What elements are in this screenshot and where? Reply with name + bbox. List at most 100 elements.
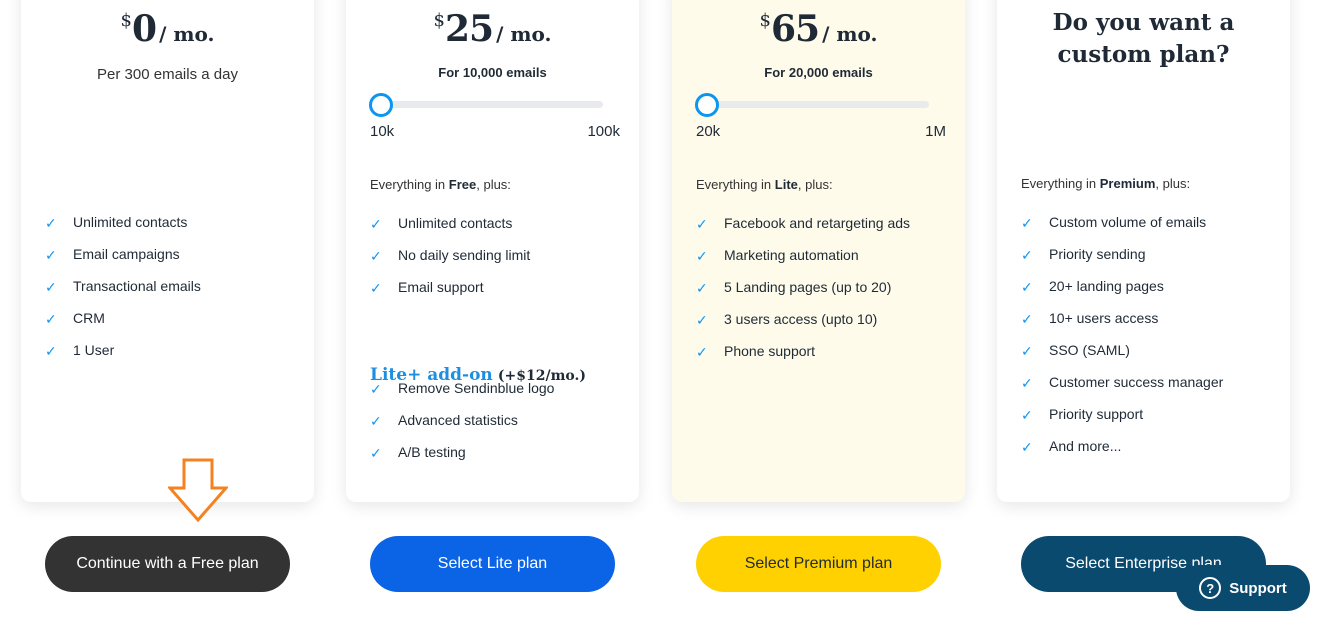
feature-label: 1 User [73, 342, 115, 358]
feature-label: Unlimited contacts [73, 214, 188, 230]
feature-label: CRM [73, 310, 105, 326]
feature-label: Marketing automation [724, 247, 859, 263]
list-item: ✓ 20+ landing pages [1021, 276, 1223, 308]
feature-label: Phone support [724, 343, 816, 359]
check-icon: ✓ [1021, 343, 1033, 359]
list-item: ✓ 10+ users access [1021, 308, 1223, 340]
plan-subtitle: Per 300 emails a day [97, 66, 238, 83]
feature-list-lite: ✓ Unlimited contacts ✓ No daily sending li… [370, 213, 530, 309]
list-item: ✓ SSO (SAML) [1021, 340, 1223, 372]
select-premium-plan-button[interactable]: Select Premium plan [696, 536, 941, 592]
check-icon: ✓ [696, 280, 708, 296]
check-icon: ✓ [1021, 375, 1033, 391]
slider-min-label: 20k [696, 123, 721, 140]
feature-label: SSO (SAML) [1049, 342, 1130, 358]
check-icon: ✓ [370, 445, 382, 461]
feature-label: Email support [398, 279, 484, 295]
list-item: ✓ Unlimited contacts [45, 212, 201, 244]
feature-label: Facebook and retargeting ads [724, 215, 911, 231]
price-free: $0/ mo. [21, 8, 314, 50]
help-icon: ? [1199, 577, 1222, 599]
price-premium: $65/ mo. [672, 8, 965, 50]
list-item: ✓ And more... [1021, 436, 1223, 468]
slider-track[interactable] [697, 101, 929, 108]
plan-lead-text: Everything in Lite, plus: [696, 177, 833, 192]
check-icon: ✓ [45, 215, 57, 231]
feature-label: Priority sending [1049, 246, 1146, 262]
lead-plan: Premium [1099, 176, 1156, 191]
feature-list-premium: ✓ Facebook and retargeting ads ✓ Marketing… [696, 213, 910, 373]
check-icon: ✓ [45, 247, 57, 263]
list-item: ✓ Priority support [1021, 404, 1223, 436]
currency-symbol: $ [120, 10, 132, 31]
feature-label: Remove Sendinblue logo [398, 380, 555, 396]
list-item: ✓ Transactional emails [45, 276, 201, 308]
list-item: ✓ Email support [370, 277, 530, 309]
list-item: ✓ Custom volume of emails [1021, 212, 1223, 244]
list-item: ✓ Unlimited contacts [370, 213, 530, 245]
slider-max-label: 100k [587, 123, 620, 140]
lead-suffix: , plus: [797, 177, 833, 192]
check-icon: ✓ [370, 413, 382, 429]
price-lite: $25/ mo. [346, 8, 639, 50]
check-icon: ✓ [696, 312, 708, 328]
feature-label: Priority support [1049, 406, 1144, 422]
plan-card-free: $0/ mo. Per 300 emails a day ✓ Unlimited … [21, 0, 314, 502]
lead-suffix: , plus: [1155, 176, 1191, 191]
support-button[interactable]: ? Support [1176, 565, 1310, 611]
lead-suffix: , plus: [476, 177, 511, 192]
check-icon: ✓ [45, 343, 57, 359]
list-item: ✓ Email campaigns [45, 244, 201, 276]
check-icon: ✓ [696, 216, 708, 232]
currency-symbol: $ [433, 10, 445, 31]
email-volume-slider[interactable] [369, 93, 603, 117]
price-amount: 65 [770, 8, 820, 50]
heading-line: Do you want a [1052, 9, 1235, 36]
list-item: ✓ A/B testing [370, 442, 554, 474]
list-item: ✓ No daily sending limit [370, 245, 530, 277]
lead-plan: Free [448, 177, 477, 192]
list-item: ✓ Facebook and retargeting ads [696, 213, 910, 245]
list-item: ✓ 1 User [45, 340, 201, 372]
plan-lead-text: Everything in Premium, plus: [1021, 176, 1190, 191]
select-lite-plan-button[interactable]: Select Lite plan [370, 536, 615, 592]
feature-list-enterprise: ✓ Custom volume of emails ✓ Priority sendi… [1021, 212, 1223, 468]
feature-label: 20+ landing pages [1049, 278, 1164, 294]
check-icon: ✓ [370, 248, 382, 264]
continue-free-plan-button[interactable]: Continue with a Free plan [45, 536, 290, 592]
custom-plan-heading: Do you want a custom plan? [997, 7, 1290, 71]
list-item: ✓ 5 Landing pages (up to 20) [696, 277, 910, 309]
lead-prefix: Everything in [370, 177, 449, 192]
lead-plan: Lite [774, 177, 798, 192]
check-icon: ✓ [1021, 247, 1033, 263]
list-item: ✓ CRM [45, 308, 201, 340]
feature-label: Custom volume of emails [1049, 214, 1207, 230]
price-amount: 0 [132, 8, 157, 50]
email-volume-slider[interactable] [695, 93, 929, 117]
down-arrow-icon [168, 458, 228, 522]
feature-label: Customer success manager [1049, 374, 1224, 390]
plan-card-premium: $65/ mo. For 20,000 emails 20k 1M Everyt… [672, 0, 965, 502]
feature-list-free: ✓ Unlimited contacts ✓ Email campaigns ✓ Tr… [45, 212, 201, 372]
check-icon: ✓ [45, 311, 57, 327]
feature-label: 5 Landing pages (up to 20) [724, 279, 892, 295]
slider-track[interactable] [371, 101, 603, 108]
slider-handle[interactable] [695, 93, 719, 117]
check-icon: ✓ [1021, 311, 1033, 327]
check-icon: ✓ [1021, 279, 1033, 295]
feature-label: Email campaigns [73, 246, 180, 262]
feature-label: Unlimited contacts [398, 215, 513, 231]
feature-label: 10+ users access [1049, 310, 1159, 326]
check-icon: ✓ [1021, 439, 1033, 455]
check-icon: ✓ [1021, 407, 1033, 423]
plan-subtitle: For 20,000 emails [764, 65, 873, 80]
list-item: ✓ Remove Sendinblue logo [370, 378, 554, 410]
slider-handle[interactable] [369, 93, 393, 117]
check-icon: ✓ [1021, 215, 1033, 231]
heading-line: custom plan? [1057, 41, 1230, 68]
plan-lead-text: Everything in Free, plus: [370, 177, 511, 192]
check-icon: ✓ [370, 381, 382, 397]
check-icon: ✓ [696, 248, 708, 264]
slider-max-label: 1M [925, 123, 946, 140]
slider-min-label: 10k [370, 123, 395, 140]
